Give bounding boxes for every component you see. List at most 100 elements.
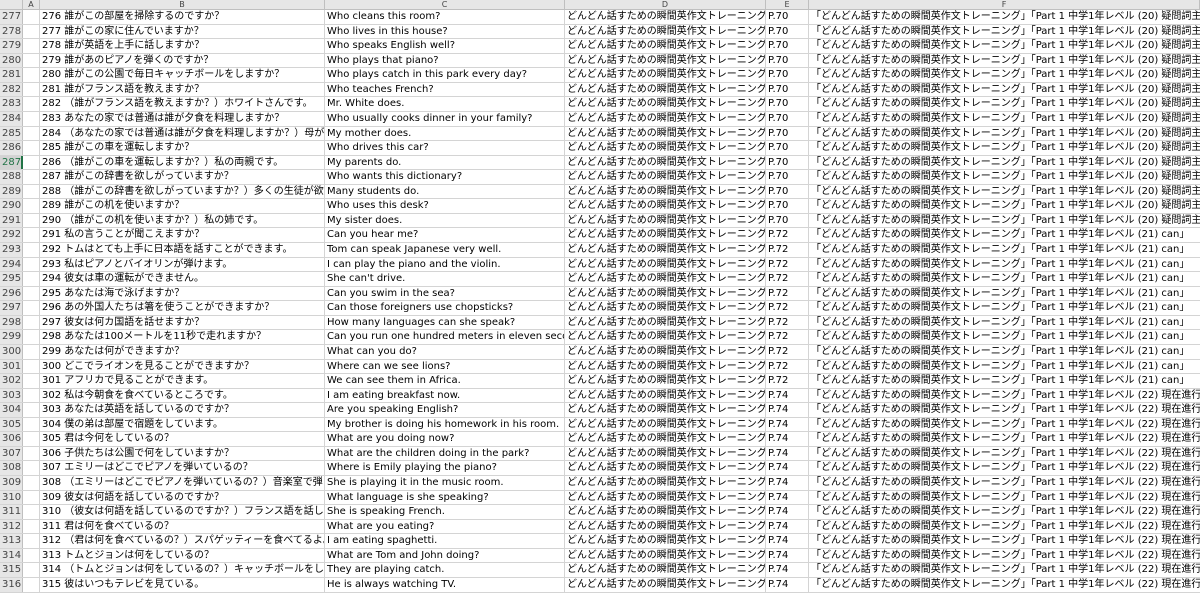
cell-b-japanese[interactable]: 304 僕の弟は部屋で宿題をしています。 [40,417,325,432]
cell-f-reference[interactable]: 「どんどん話すための瞬間英作文トレーニング」「Part 1 中学1年レベル (2… [809,461,1200,475]
cell-d-source[interactable]: どんどん話すための瞬間英作文トレーニング [565,548,766,563]
cell-b-japanese[interactable]: 296 あの外国人たちは箸を使うことができますか？ [40,301,325,315]
cell-e-page[interactable]: P.74 [766,476,809,490]
cell-c-english[interactable]: Are you speaking English? [325,403,565,417]
cell-e-page[interactable]: P.70 [766,53,809,68]
cell-e-page[interactable]: P.74 [766,446,809,461]
cell-c-english[interactable]: I am eating spaghetti. [325,534,565,548]
cell-d-source[interactable]: どんどん話すための瞬間英作文トレーニング [565,534,766,548]
row-number[interactable]: 290 [0,199,23,213]
row-number[interactable]: 287 [0,155,23,170]
cell-e-page[interactable]: P.72 [766,301,809,315]
cell-a[interactable] [23,272,40,286]
row-number[interactable]: 294 [0,257,23,272]
cell-d-source[interactable]: どんどん話すための瞬間英作文トレーニング [565,577,766,592]
cell-e-page[interactable]: P.74 [766,432,809,446]
cell-f-reference[interactable]: 「どんどん話すための瞬間英作文トレーニング」「Part 1 中学1年レベル (2… [809,68,1200,82]
cell-b-japanese[interactable]: 280 誰がこの公園で毎日キャッチボールをしますか？ [40,68,325,82]
cell-a[interactable] [23,432,40,446]
cell-c-english[interactable]: Who wants this dictionary? [325,170,565,184]
row-number[interactable]: 302 [0,374,23,388]
cell-f-reference[interactable]: 「どんどん話すための瞬間英作文トレーニング」「Part 1 中学1年レベル (2… [809,243,1200,257]
cell-a[interactable] [23,10,40,24]
cell-d-source[interactable]: どんどん話すための瞬間英作文トレーニング [565,68,766,82]
cell-d-source[interactable]: どんどん話すための瞬間英作文トレーニング [565,39,766,53]
row-number[interactable]: 285 [0,126,23,141]
cell-c-english[interactable]: Who speaks English well? [325,39,565,53]
cell-d-source[interactable]: どんどん話すための瞬間英作文トレーニング [565,388,766,403]
cell-b-japanese[interactable]: 295 あなたは海で泳げますか？ [40,286,325,301]
cell-c-english[interactable]: Who teaches French? [325,82,565,97]
cell-a[interactable] [23,417,40,432]
row-number[interactable]: 300 [0,344,23,359]
cell-e-page[interactable]: P.74 [766,563,809,577]
cell-e-page[interactable]: P.70 [766,82,809,97]
row-number[interactable]: 282 [0,82,23,97]
cell-a[interactable] [23,53,40,68]
cell-e-page[interactable]: P.70 [766,10,809,24]
cell-e-page[interactable]: P.72 [766,374,809,388]
cell-d-source[interactable]: どんどん話すための瞬間英作文トレーニング [565,243,766,257]
cell-f-reference[interactable]: 「どんどん話すための瞬間英作文トレーニング」「Part 1 中学1年レベル (2… [809,272,1200,286]
row-number[interactable]: 298 [0,315,23,330]
cell-d-source[interactable]: どんどん話すための瞬間英作文トレーニング [565,126,766,141]
cell-f-reference[interactable]: 「どんどん話すための瞬間英作文トレーニング」「Part 1 中学1年レベル (2… [809,447,1200,461]
cell-f-reference[interactable]: 「どんどん話すための瞬間英作文トレーニング」「Part 1 中学1年レベル (2… [809,97,1200,111]
row-number[interactable]: 308 [0,461,23,475]
cell-b-japanese[interactable]: 311 君は何を食べているの？ [40,519,325,534]
cell-c-english[interactable]: My sister does. [325,213,565,228]
cell-e-page[interactable]: P.70 [766,39,809,53]
cell-f-reference[interactable]: 「どんどん話すための瞬間英作文トレーニング」「Part 1 中学1年レベル (2… [809,214,1200,228]
cell-f-reference[interactable]: 「どんどん話すための瞬間英作文トレーニング」「Part 1 中学1年レベル (2… [809,345,1200,359]
cell-e-page[interactable]: P.70 [766,155,809,170]
cell-b-japanese[interactable]: 291 私の言うことが聞こえますか？ [40,228,325,242]
cell-f-reference[interactable]: 「どんどん話すための瞬間英作文トレーニング」「Part 1 中学1年レベル (2… [809,127,1200,141]
cell-f-reference[interactable]: 「どんどん話すための瞬間英作文トレーニング」「Part 1 中学1年レベル (2… [809,505,1200,519]
cell-d-source[interactable]: どんどん話すための瞬間英作文トレーニング [565,286,766,301]
cell-e-page[interactable]: P.72 [766,243,809,257]
row-number[interactable]: 280 [0,53,23,68]
row-number[interactable]: 304 [0,403,23,417]
cell-a[interactable] [23,490,40,505]
cell-c-english[interactable]: Who lives in this house? [325,24,565,39]
row-number[interactable]: 291 [0,213,23,228]
row-number[interactable]: 310 [0,490,23,505]
cell-b-japanese[interactable]: 314 （トムとジョンは何をしているの？）キャッチボールをしてるよ。 [40,563,325,577]
row-number[interactable]: 283 [0,97,23,111]
cell-e-page[interactable]: P.70 [766,97,809,111]
select-all-corner[interactable] [0,0,23,9]
cell-a[interactable] [23,257,40,272]
cell-e-page[interactable]: P.72 [766,272,809,286]
cell-f-reference[interactable]: 「どんどん話すための瞬間英作文トレーニング」「Part 1 中学1年レベル (2… [809,185,1200,199]
column-header-a[interactable]: A [23,0,40,9]
cell-d-source[interactable]: どんどん話すための瞬間英作文トレーニング [565,563,766,577]
column-header-d[interactable]: D [565,0,766,9]
cell-f-reference[interactable]: 「どんどん話すための瞬間英作文トレーニング」「Part 1 中学1年レベル (2… [809,330,1200,344]
row-number[interactable]: 279 [0,39,23,53]
cell-e-page[interactable]: P.70 [766,126,809,141]
row-number[interactable]: 309 [0,476,23,490]
cell-f-reference[interactable]: 「どんどん話すための瞬間英作文トレーニング」「Part 1 中学1年レベル (2… [809,374,1200,388]
cell-a[interactable] [23,359,40,374]
cell-b-japanese[interactable]: 293 私はピアノとバイオリンが弾けます。 [40,257,325,272]
cell-b-japanese[interactable]: 303 あなたは英語を話しているのですか？ [40,403,325,417]
cell-f-reference[interactable]: 「どんどん話すための瞬間英作文トレーニング」「Part 1 中学1年レベル (2… [809,360,1200,374]
row-number[interactable]: 281 [0,68,23,82]
cell-d-source[interactable]: どんどん話すための瞬間英作文トレーニング [565,519,766,534]
cell-e-page[interactable]: P.74 [766,519,809,534]
cell-c-english[interactable]: Who plays catch in this park every day? [325,68,565,82]
cell-b-japanese[interactable]: 308 （エミリーはどこでピアノを弾いているの？）音楽室で弾いている [40,476,325,490]
cell-f-reference[interactable]: 「どんどん話すための瞬間英作文トレーニング」「Part 1 中学1年レベル (2… [809,10,1200,24]
cell-c-english[interactable]: Can you run one hundred meters in eleven… [325,330,565,344]
cell-a[interactable] [23,286,40,301]
cell-d-source[interactable]: どんどん話すための瞬間英作文トレーニング [565,24,766,39]
cell-c-english[interactable]: She is speaking French. [325,505,565,519]
cell-a[interactable] [23,374,40,388]
cell-b-japanese[interactable]: 309 彼女は何語を話しているのですか？ [40,490,325,505]
cell-d-source[interactable]: どんどん話すための瞬間英作文トレーニング [565,82,766,97]
row-number[interactable]: 305 [0,417,23,432]
cell-a[interactable] [23,97,40,111]
row-number[interactable]: 315 [0,563,23,577]
row-number[interactable]: 297 [0,301,23,315]
cell-d-source[interactable]: どんどん話すための瞬間英作文トレーニング [565,213,766,228]
